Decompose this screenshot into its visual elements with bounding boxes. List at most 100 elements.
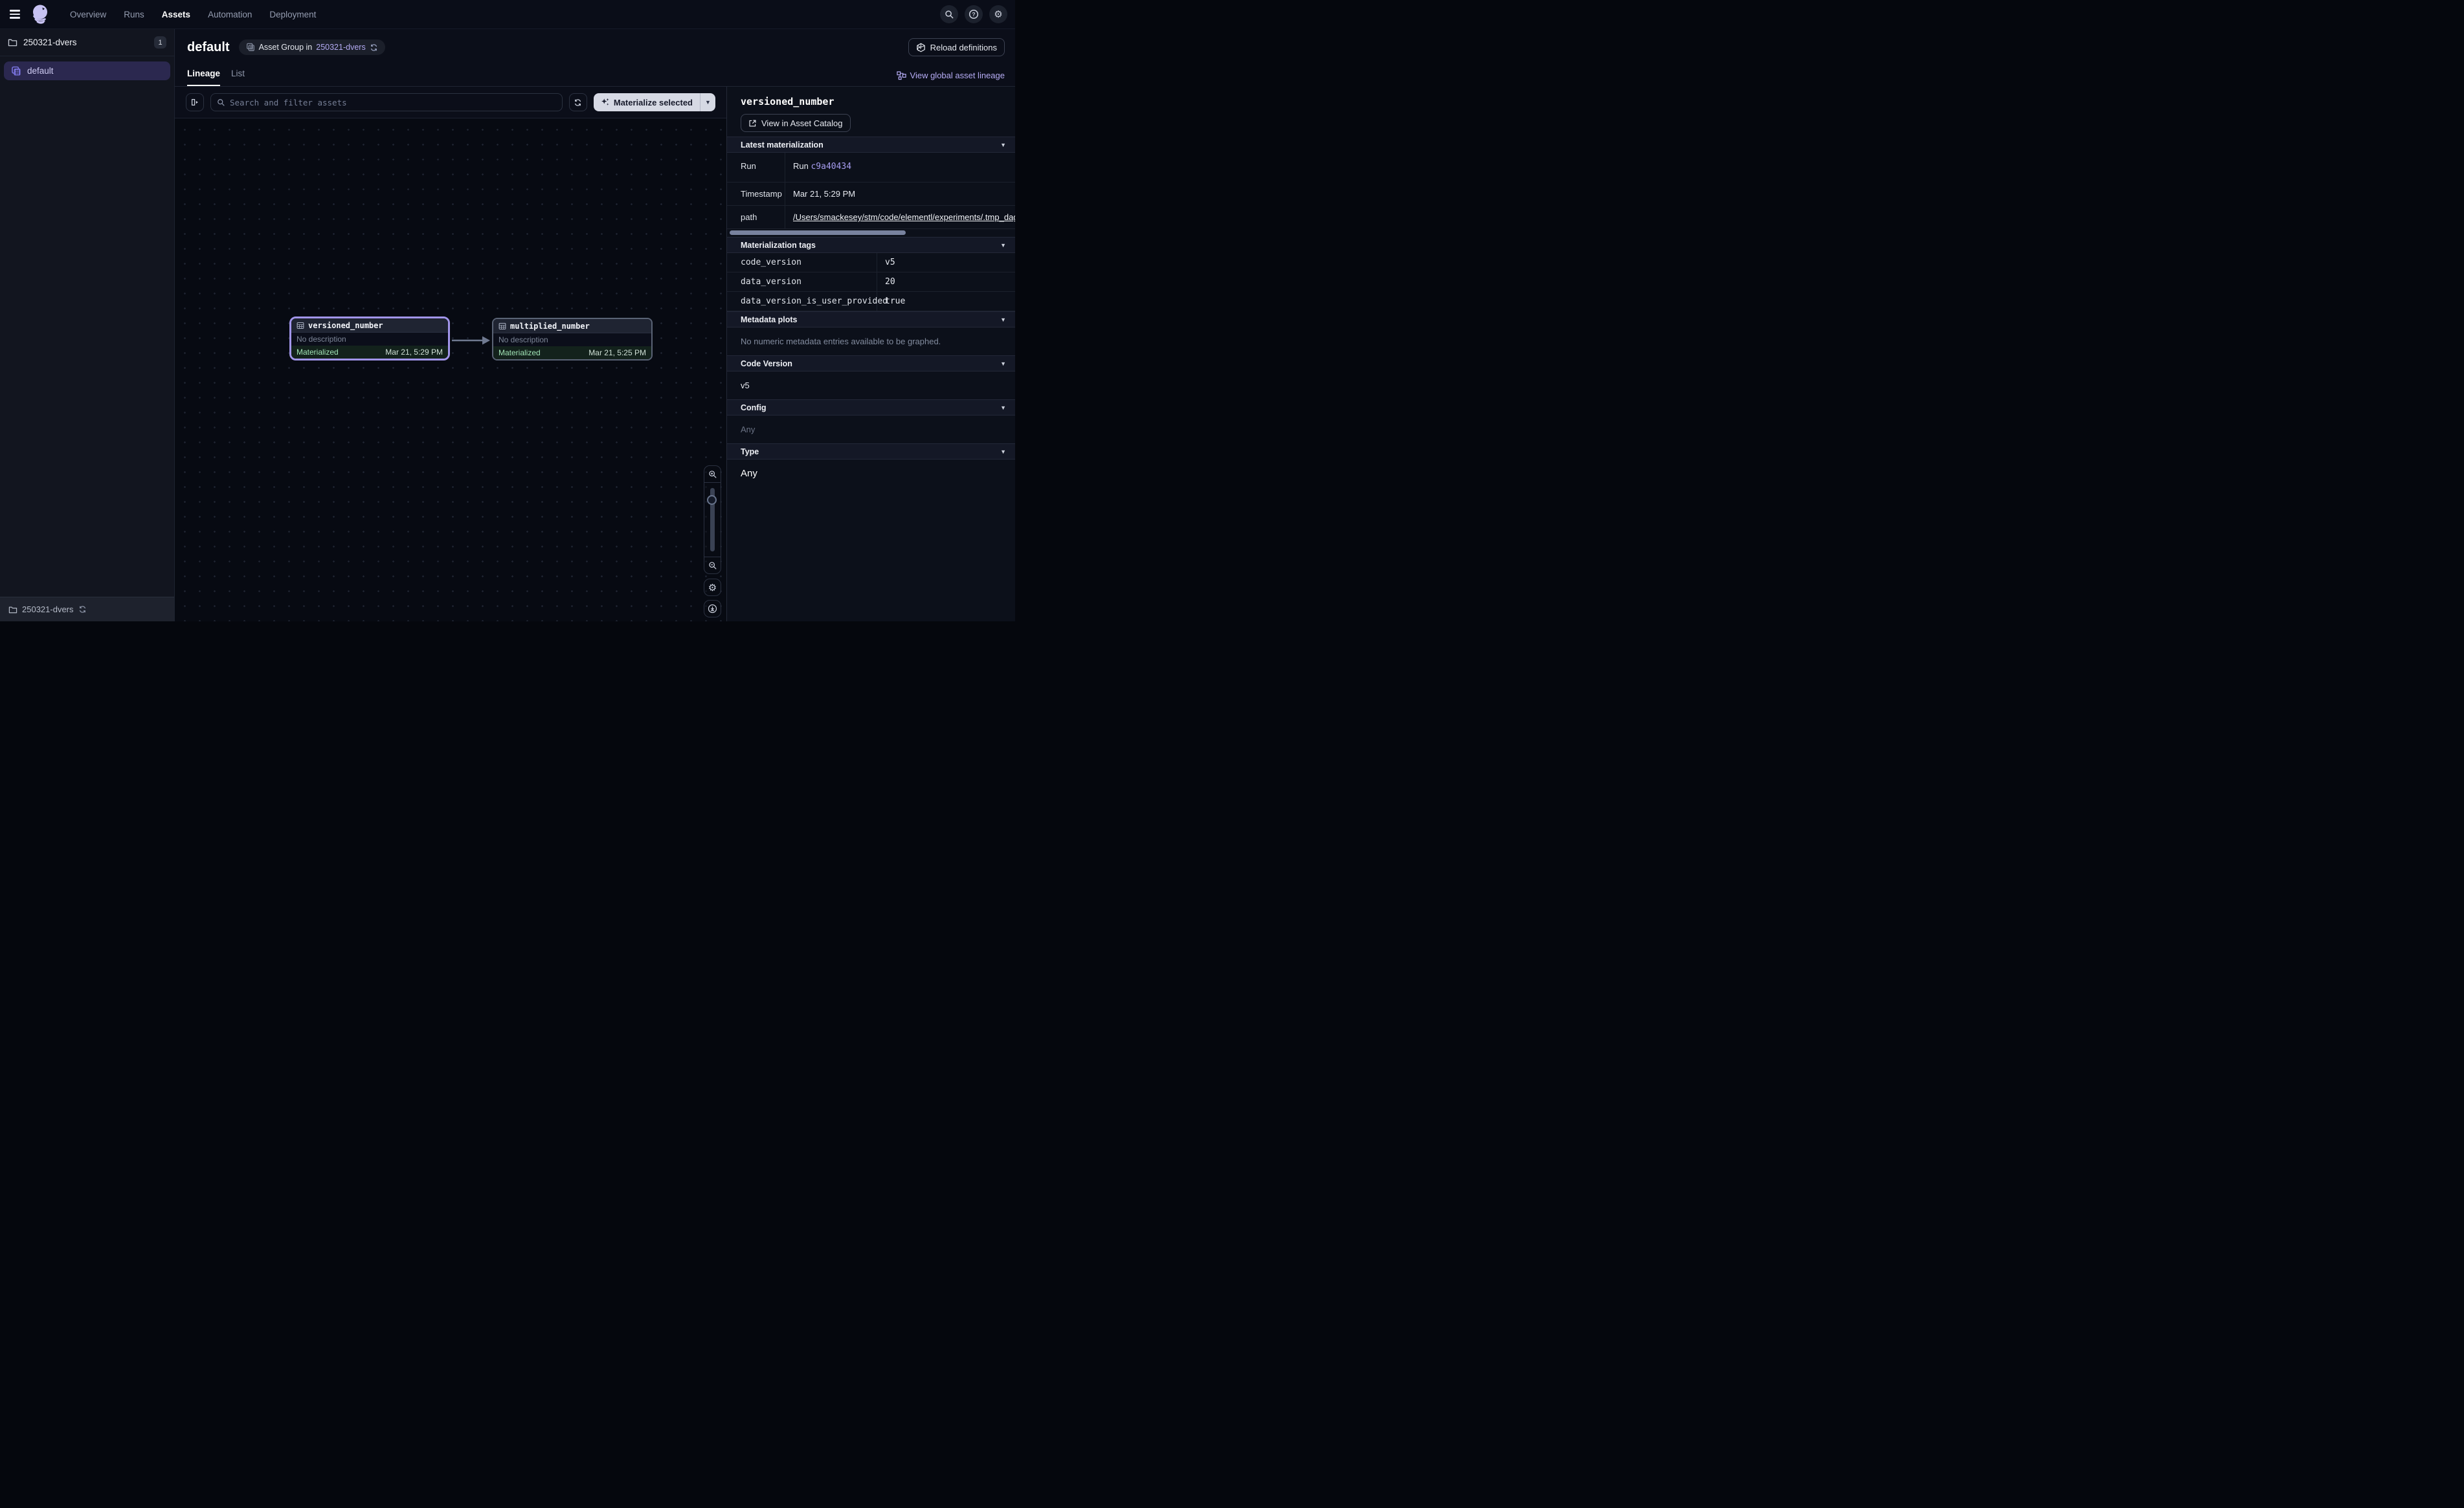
tab-list[interactable]: List <box>231 69 245 86</box>
chevron-down-icon: ▼ <box>1000 360 1006 367</box>
materialize-dropdown-button[interactable]: ▼ <box>700 93 715 111</box>
section-title: Materialization tags <box>741 241 816 250</box>
external-link-icon <box>748 119 757 128</box>
asset-node-name: multiplied_number <box>510 322 590 331</box>
sidebar-footer[interactable]: 250321-dvers <box>0 597 174 621</box>
asset-node-multiplied-number[interactable]: multiplied_number No description Materia… <box>492 318 653 360</box>
tab-lineage[interactable]: Lineage <box>187 69 220 86</box>
section-type[interactable]: Type ▼ <box>727 443 1015 460</box>
materialize-main[interactable]: Materialize selected <box>594 98 700 107</box>
search-button[interactable] <box>940 5 958 23</box>
graph-toolbar: Materialize selected ▼ <box>175 87 726 118</box>
section-title: Code Version <box>741 359 792 368</box>
nav-assets[interactable]: Assets <box>162 10 190 19</box>
folder-icon <box>8 38 17 47</box>
row-key: Timestamp <box>727 183 785 205</box>
asset-group-badge: Asset Group in 250321-dvers <box>239 39 385 55</box>
nav-links: Overview Runs Assets Automation Deployme… <box>70 10 316 19</box>
refresh-icon[interactable] <box>78 605 87 614</box>
page-header: default Asset Group in 250321-dvers <box>175 29 1015 87</box>
sidebar-repo-row[interactable]: 250321-dvers 1 <box>0 29 174 56</box>
panel-horizontal-scrollbar <box>727 229 1015 237</box>
badge-label: Asset Group in <box>259 43 313 52</box>
hamburger-menu-icon[interactable] <box>7 6 24 23</box>
timestamp-value: Mar 21, 5:29 PM <box>785 189 1015 199</box>
tag-key: data_version <box>727 272 877 291</box>
run-id-link[interactable]: c9a40434 <box>811 162 851 172</box>
table-icon <box>498 322 506 330</box>
asset-node-versioned-number[interactable]: versioned_number No description Material… <box>289 316 450 360</box>
table-row-timestamp: Timestamp Mar 21, 5:29 PM <box>727 183 1015 206</box>
top-nav: Overview Runs Assets Automation Deployme… <box>0 0 1015 29</box>
zoom-controls <box>704 465 721 574</box>
zoom-in-icon <box>708 470 717 479</box>
reload-definitions-button[interactable]: Reload definitions <box>908 38 1005 56</box>
asset-group-icon <box>246 43 255 52</box>
view-global-lineage-link[interactable]: View global asset lineage <box>897 71 1005 80</box>
chevron-down-icon: ▼ <box>1000 449 1006 455</box>
sidebar-group-label: default <box>27 66 54 76</box>
table-icon <box>297 322 304 329</box>
table-row-run: Run Run c9a40434 <box>727 153 1015 183</box>
asset-search-box <box>210 93 563 111</box>
materialization-tags-table: code_version v5 data_version 20 data_ver… <box>727 253 1015 311</box>
asset-node-status: Materialized <box>297 348 339 357</box>
section-materialization-tags[interactable]: Materialization tags ▼ <box>727 237 1015 253</box>
refresh-icon <box>574 98 582 107</box>
table-row-tag: data_version 20 <box>727 272 1015 292</box>
help-icon: ? <box>969 9 979 19</box>
download-graph-button[interactable] <box>704 600 721 617</box>
nav-automation[interactable]: Automation <box>208 10 252 19</box>
code-version-value: v5 <box>727 371 1015 399</box>
tag-key: code_version <box>727 253 877 272</box>
panel-open-icon <box>190 98 199 107</box>
sidebar-item-default-group[interactable]: default <box>4 61 170 80</box>
page-title: default <box>187 40 230 55</box>
nav-runs[interactable]: Runs <box>124 10 144 19</box>
lineage-graph-area: Materialize selected ▼ versioned_number <box>175 87 726 621</box>
nav-deployment[interactable]: Deployment <box>269 10 316 19</box>
badge-repo-link[interactable]: 250321-dvers <box>316 43 365 52</box>
zoom-slider[interactable] <box>704 483 721 557</box>
section-title: Type <box>741 447 759 456</box>
toggle-sidebar-button[interactable] <box>186 93 204 111</box>
metadata-plots-empty-text: No numeric metadata entries available to… <box>727 327 1015 355</box>
tag-value: true <box>877 296 1015 306</box>
dagster-logo-icon <box>29 3 51 26</box>
row-key: path <box>727 206 785 228</box>
search-icon <box>217 98 225 107</box>
graph-settings-button[interactable]: ⚙ <box>704 579 721 596</box>
asset-node-timestamp: Mar 21, 5:29 PM <box>385 348 443 357</box>
tag-key: data_version_is_user_provided <box>727 292 877 311</box>
asset-node-name: versioned_number <box>308 321 383 330</box>
asset-node-description: No description <box>297 335 346 344</box>
refresh-graph-button[interactable] <box>569 93 587 111</box>
section-metadata-plots[interactable]: Metadata plots ▼ <box>727 311 1015 327</box>
view-in-asset-catalog-button[interactable]: View in Asset Catalog <box>741 114 851 132</box>
gear-icon: ⚙ <box>708 582 717 593</box>
help-button[interactable]: ? <box>965 5 983 23</box>
dagster-app: Overview Runs Assets Automation Deployme… <box>0 0 1015 621</box>
path-link[interactable]: /Users/smackesey/stm/code/elementl/exper… <box>793 212 1015 222</box>
section-latest-materialization[interactable]: Latest materialization ▼ <box>727 137 1015 153</box>
chevron-down-icon: ▼ <box>705 99 711 105</box>
zoom-in-button[interactable] <box>704 466 721 483</box>
lineage-canvas[interactable]: versioned_number No description Material… <box>175 118 726 621</box>
zoom-out-button[interactable] <box>704 557 721 573</box>
type-value: Any <box>727 460 1015 487</box>
folder-icon <box>8 606 17 614</box>
section-config[interactable]: Config ▼ <box>727 399 1015 416</box>
chevron-down-icon: ▼ <box>1000 242 1006 249</box>
refresh-icon[interactable] <box>370 43 378 52</box>
materialize-label: Materialize selected <box>614 98 693 107</box>
materialize-selected-button[interactable]: Materialize selected ▼ <box>594 93 715 111</box>
scrollbar-thumb[interactable] <box>730 230 906 235</box>
panel-asset-title: versioned_number <box>741 96 1002 107</box>
section-code-version[interactable]: Code Version ▼ <box>727 355 1015 371</box>
settings-button[interactable]: ⚙ <box>989 5 1007 23</box>
zoom-slider-knob[interactable] <box>707 495 717 505</box>
footer-repo-label: 250321-dvers <box>22 604 74 614</box>
table-row-tag: data_version_is_user_provided true <box>727 292 1015 311</box>
nav-overview[interactable]: Overview <box>70 10 106 19</box>
search-input[interactable] <box>230 98 556 107</box>
